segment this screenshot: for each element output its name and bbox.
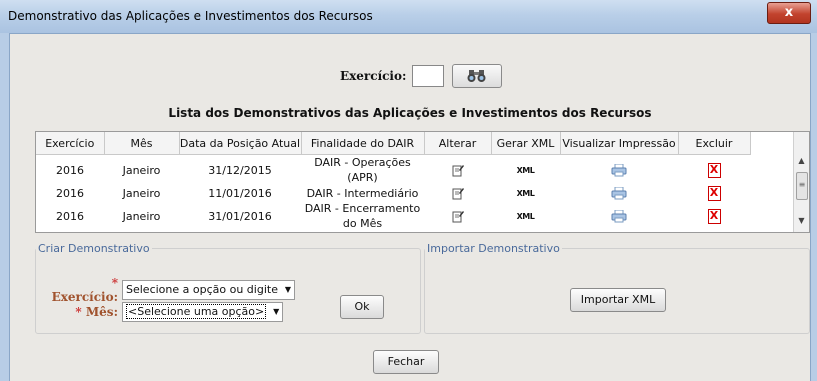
- table-scrollbar[interactable]: ▲ ≡ ▼: [793, 132, 809, 232]
- col-header-excluir[interactable]: Excluir: [678, 132, 751, 155]
- scroll-thumb[interactable]: ≡: [796, 172, 808, 200]
- alterar-cell: [424, 185, 491, 201]
- col-header-data[interactable]: Data da Posição Atual: [179, 132, 302, 155]
- binoculars-icon: [467, 70, 486, 82]
- alterar-cell: [424, 201, 491, 231]
- mes-label-text: Mês:: [85, 305, 118, 319]
- delete-icon[interactable]: X: [707, 208, 721, 224]
- excluir-cell: X: [678, 185, 750, 201]
- window-frame-left: [0, 33, 10, 381]
- data-cell: 11/01/2016: [208, 186, 272, 200]
- exercicio-filter-input[interactable]: [412, 65, 445, 87]
- delete-icon[interactable]: X: [707, 185, 721, 201]
- window-title: Demonstrativo das Aplicações e Investime…: [8, 9, 373, 23]
- data-cell: 01/05/2016: [179, 231, 301, 232]
- data-cell: 31/12/2015: [208, 163, 272, 177]
- mes-select[interactable]: <Selecione uma opção> ▼: [122, 302, 284, 322]
- xml-icon[interactable]: XML: [517, 212, 535, 221]
- gerar-xml-cell: XML: [491, 231, 560, 232]
- xml-icon[interactable]: XML: [517, 166, 535, 175]
- delete-icon[interactable]: X: [707, 231, 721, 232]
- chevron-down-icon: ▼: [284, 285, 291, 294]
- finalidade-cell: DAIR - Operações (APR): [314, 156, 411, 184]
- importar-xml-button[interactable]: Importar XML: [570, 288, 666, 312]
- criar-exercicio-row: * Exercício: Selecione a opção ou digite…: [46, 276, 295, 304]
- visualizar-cell: [560, 185, 678, 201]
- printer-icon[interactable]: [611, 209, 627, 223]
- printer-icon[interactable]: [611, 186, 627, 200]
- exercicio-cell: 2016: [56, 186, 84, 200]
- criar-legend: Criar Demonstrativo: [38, 242, 150, 255]
- importar-legend: Importar Demonstrativo: [427, 242, 560, 255]
- table-row[interactable]: 2016 Janeiro 31/01/2016 DAIR - Encerramento…: [36, 201, 750, 231]
- mes-cell: Janeiro: [122, 186, 161, 200]
- criar-mes-row: * Mês: <Selecione uma opção> ▼: [46, 302, 284, 322]
- exercicio-cell: 2016: [36, 231, 104, 232]
- finalidade-cell: DAIR - Encerramento do Mês: [304, 202, 421, 230]
- window-frame-right: [810, 33, 817, 381]
- scroll-up-arrow-icon[interactable]: ▲: [794, 156, 809, 170]
- col-header-mes[interactable]: Mês: [104, 132, 180, 155]
- gerar-xml-cell: XML: [491, 155, 560, 186]
- close-button[interactable]: x: [767, 2, 811, 24]
- visualizar-cell: [560, 201, 678, 231]
- filter-row: Exercício:: [340, 64, 503, 88]
- ok-button[interactable]: Ok: [340, 295, 384, 319]
- col-header-gerar-xml[interactable]: Gerar XML: [491, 132, 561, 155]
- printer-icon[interactable]: [611, 163, 627, 177]
- visualizar-cell: [560, 155, 678, 186]
- mes-cell: Janeiro: [122, 209, 161, 223]
- visualizar-cell: [560, 231, 678, 232]
- criar-demonstrativo-group: Criar Demonstrativo * Exercício: Selecio…: [35, 242, 421, 334]
- table-row[interactable]: 2016 Janeiro 11/01/2016 DAIR - Intermediári…: [36, 185, 750, 201]
- col-header-alterar[interactable]: Alterar: [424, 132, 492, 155]
- edit-icon[interactable]: [452, 164, 464, 177]
- data-cell: 31/01/2016: [208, 209, 272, 223]
- search-button[interactable]: [452, 64, 503, 88]
- xml-icon[interactable]: XML: [517, 189, 535, 198]
- exercicio-filter-label: Exercício:: [340, 69, 407, 83]
- chevron-down-icon: ▼: [273, 307, 280, 316]
- gerar-xml-cell: XML: [491, 185, 560, 201]
- exercicio-select-value: Selecione a opção ou digite: [126, 283, 278, 296]
- finalidade-cell: DAIR - Intermediário: [301, 231, 424, 232]
- delete-icon[interactable]: X: [707, 162, 721, 178]
- col-header-finalidade[interactable]: Finalidade do DAIR: [301, 132, 425, 155]
- scroll-down-arrow-icon[interactable]: ▼: [794, 216, 809, 230]
- table-row[interactable]: 2016 Janeiro 31/12/2015 DAIR - Operações (A…: [36, 155, 750, 186]
- mes-select-value: <Selecione uma opção>: [126, 304, 267, 319]
- exercicio-cell: 2016: [56, 163, 84, 177]
- alterar-cell: [424, 155, 491, 186]
- finalidade-cell: DAIR - Intermediário: [306, 186, 419, 200]
- edit-icon[interactable]: [452, 187, 464, 200]
- dialog-body: Exercício: Lista dos Demonstrativos das …: [10, 34, 810, 381]
- demonstrativos-table: Exercício Mês Data da Posição Atual Fina…: [35, 131, 810, 233]
- gerar-xml-cell: XML: [491, 201, 560, 231]
- mes-cell: Janeiro: [122, 163, 161, 177]
- required-marker: *: [75, 305, 82, 319]
- excluir-cell: X: [678, 231, 750, 232]
- excluir-cell: X: [678, 155, 750, 186]
- edit-icon[interactable]: [452, 210, 464, 223]
- col-header-exercicio[interactable]: Exercício: [36, 132, 105, 155]
- criar-exercicio-label: * Exercício:: [46, 276, 118, 304]
- title-bar: Demonstrativo das Aplicações e Investime…: [0, 0, 817, 34]
- mes-cell: Janeiro: [104, 231, 179, 232]
- required-marker: *: [111, 276, 118, 290]
- importar-demonstrativo-group: Importar Demonstrativo Importar XML: [424, 242, 810, 334]
- table-row[interactable]: 2016Janeiro01/05/2016DAIR - Intermediári…: [36, 231, 750, 232]
- exercicio-cell: 2016: [56, 209, 84, 223]
- fechar-button[interactable]: Fechar: [373, 350, 439, 374]
- criar-mes-label: * Mês:: [46, 305, 118, 319]
- alterar-cell: [424, 231, 491, 232]
- table-header-row: Exercício Mês Data da Posição Atual Fina…: [36, 132, 751, 155]
- col-header-visualizar[interactable]: Visualizar Impressão: [560, 132, 679, 155]
- exercicio-select[interactable]: Selecione a opção ou digite ▼: [122, 280, 295, 300]
- excluir-cell: X: [678, 201, 750, 231]
- list-title: Lista dos Demonstrativos das Aplicações …: [168, 106, 652, 120]
